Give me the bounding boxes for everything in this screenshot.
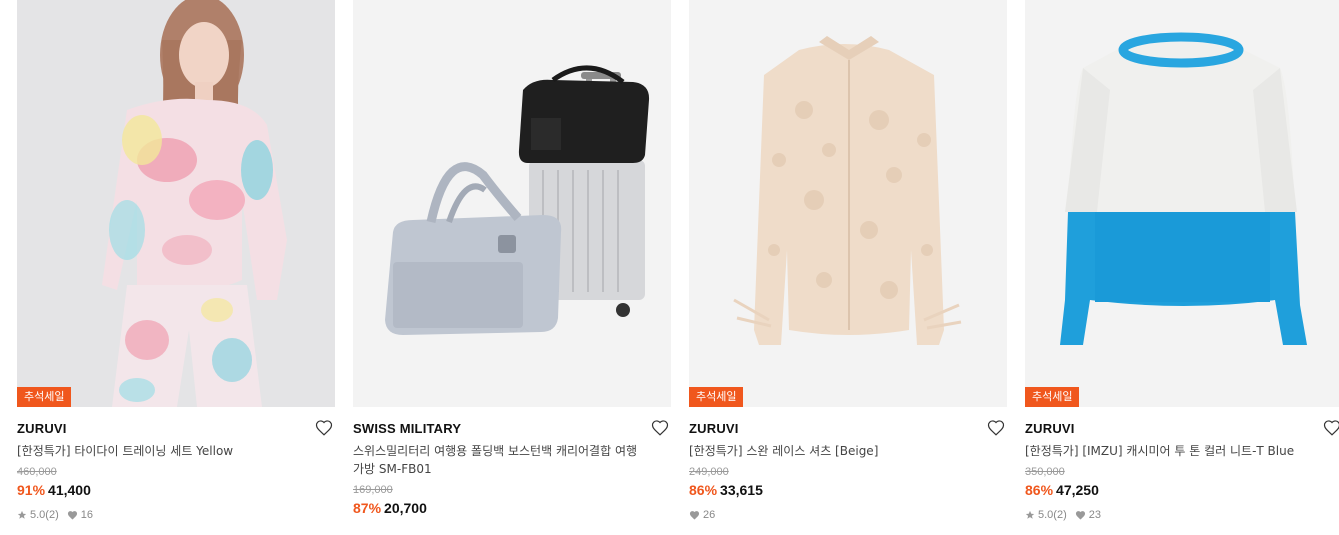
product-brand[interactable]: ZURUVI xyxy=(17,420,335,438)
product-title[interactable]: [한정특가] [IMZU] 캐시미어 투 톤 컬러 니트-T Blue xyxy=(1025,442,1315,460)
product-brand[interactable]: ZURUVI xyxy=(1025,420,1339,438)
product-image[interactable]: 추석세일 xyxy=(1025,0,1339,407)
product-meta: 5.0 (2) 23 xyxy=(1025,508,1339,522)
product-card-3[interactable]: 추석세일 ZURUVI [한정특가] 스완 레이스 셔츠 [Beige] 249… xyxy=(689,0,1007,522)
heart-filled-icon xyxy=(1075,511,1085,520)
wishlist-heart-icon[interactable] xyxy=(315,419,333,437)
heart-filled-icon xyxy=(689,511,700,520)
rating-value: 5.0 xyxy=(1038,509,1054,521)
wishlist-heart-icon[interactable] xyxy=(987,419,1005,437)
original-price: 460,000 xyxy=(17,466,57,478)
product-card-4[interactable]: 추석세일 ZURUVI [한정특가] [IMZU] 캐시미어 투 톤 컬러 니트… xyxy=(1025,0,1339,522)
like-count: 26 xyxy=(703,509,716,521)
product-title[interactable]: [한정특가] 스완 레이스 셔츠 [Beige] xyxy=(689,442,979,460)
like-count: 16 xyxy=(80,509,93,521)
original-price: 169,000 xyxy=(353,484,393,496)
review-count: (2) xyxy=(45,509,59,521)
sale-badge: 추석세일 xyxy=(1025,387,1080,407)
sale-price: 47,250 xyxy=(1056,482,1099,498)
product-title[interactable]: 스위스밀리터리 여행용 폴딩백 보스턴백 캐리어결합 여행가방 SM-FB01 xyxy=(353,442,638,478)
review-count: (2) xyxy=(1053,509,1067,521)
sale-price: 41,400 xyxy=(48,482,91,498)
product-image[interactable] xyxy=(353,0,671,407)
product-meta: 5.0 (2) 16 xyxy=(17,508,335,522)
original-price: 249,000 xyxy=(689,466,729,478)
discount-rate: 87% xyxy=(353,500,382,516)
product-card-2[interactable]: SWISS MILITARY 스위스밀리터리 여행용 폴딩백 보스턴백 캐리어결… xyxy=(353,0,671,517)
discount-rate: 91% xyxy=(17,482,46,498)
product-brand[interactable]: ZURUVI xyxy=(689,420,1007,438)
star-icon xyxy=(1025,510,1035,519)
cashmere-knit-photo xyxy=(1025,0,1339,407)
star-icon xyxy=(17,510,27,519)
product-title[interactable]: [한정특가] 타이다이 트레이닝 세트 Yellow xyxy=(17,442,307,460)
lace-shirt-photo xyxy=(689,0,1007,407)
original-price: 350,000 xyxy=(1025,466,1065,478)
product-brand[interactable]: SWISS MILITARY xyxy=(353,420,671,438)
sale-badge: 추석세일 xyxy=(689,387,744,407)
discount-rate: 86% xyxy=(689,482,718,498)
tie-dye-set-photo xyxy=(17,0,335,407)
product-image[interactable]: 추석세일 xyxy=(689,0,1007,407)
discount-rate: 86% xyxy=(1025,482,1054,498)
product-image[interactable]: 추석세일 xyxy=(17,0,335,407)
like-count: 23 xyxy=(1088,509,1101,521)
sale-price: 20,700 xyxy=(384,500,427,516)
rating-value: 5.0 xyxy=(30,509,46,521)
sale-badge: 추석세일 xyxy=(17,387,72,407)
wishlist-heart-icon[interactable] xyxy=(1323,419,1339,437)
sale-price: 33,615 xyxy=(720,482,763,498)
product-meta: 26 xyxy=(689,508,1007,522)
wishlist-heart-icon[interactable] xyxy=(651,419,669,437)
heart-filled-icon xyxy=(67,511,77,520)
boston-bag-carrier-photo xyxy=(353,0,671,407)
product-card-1[interactable]: 추석세일 ZURUVI [한정특가] 타이다이 트레이닝 세트 Yellow 4… xyxy=(17,0,335,522)
